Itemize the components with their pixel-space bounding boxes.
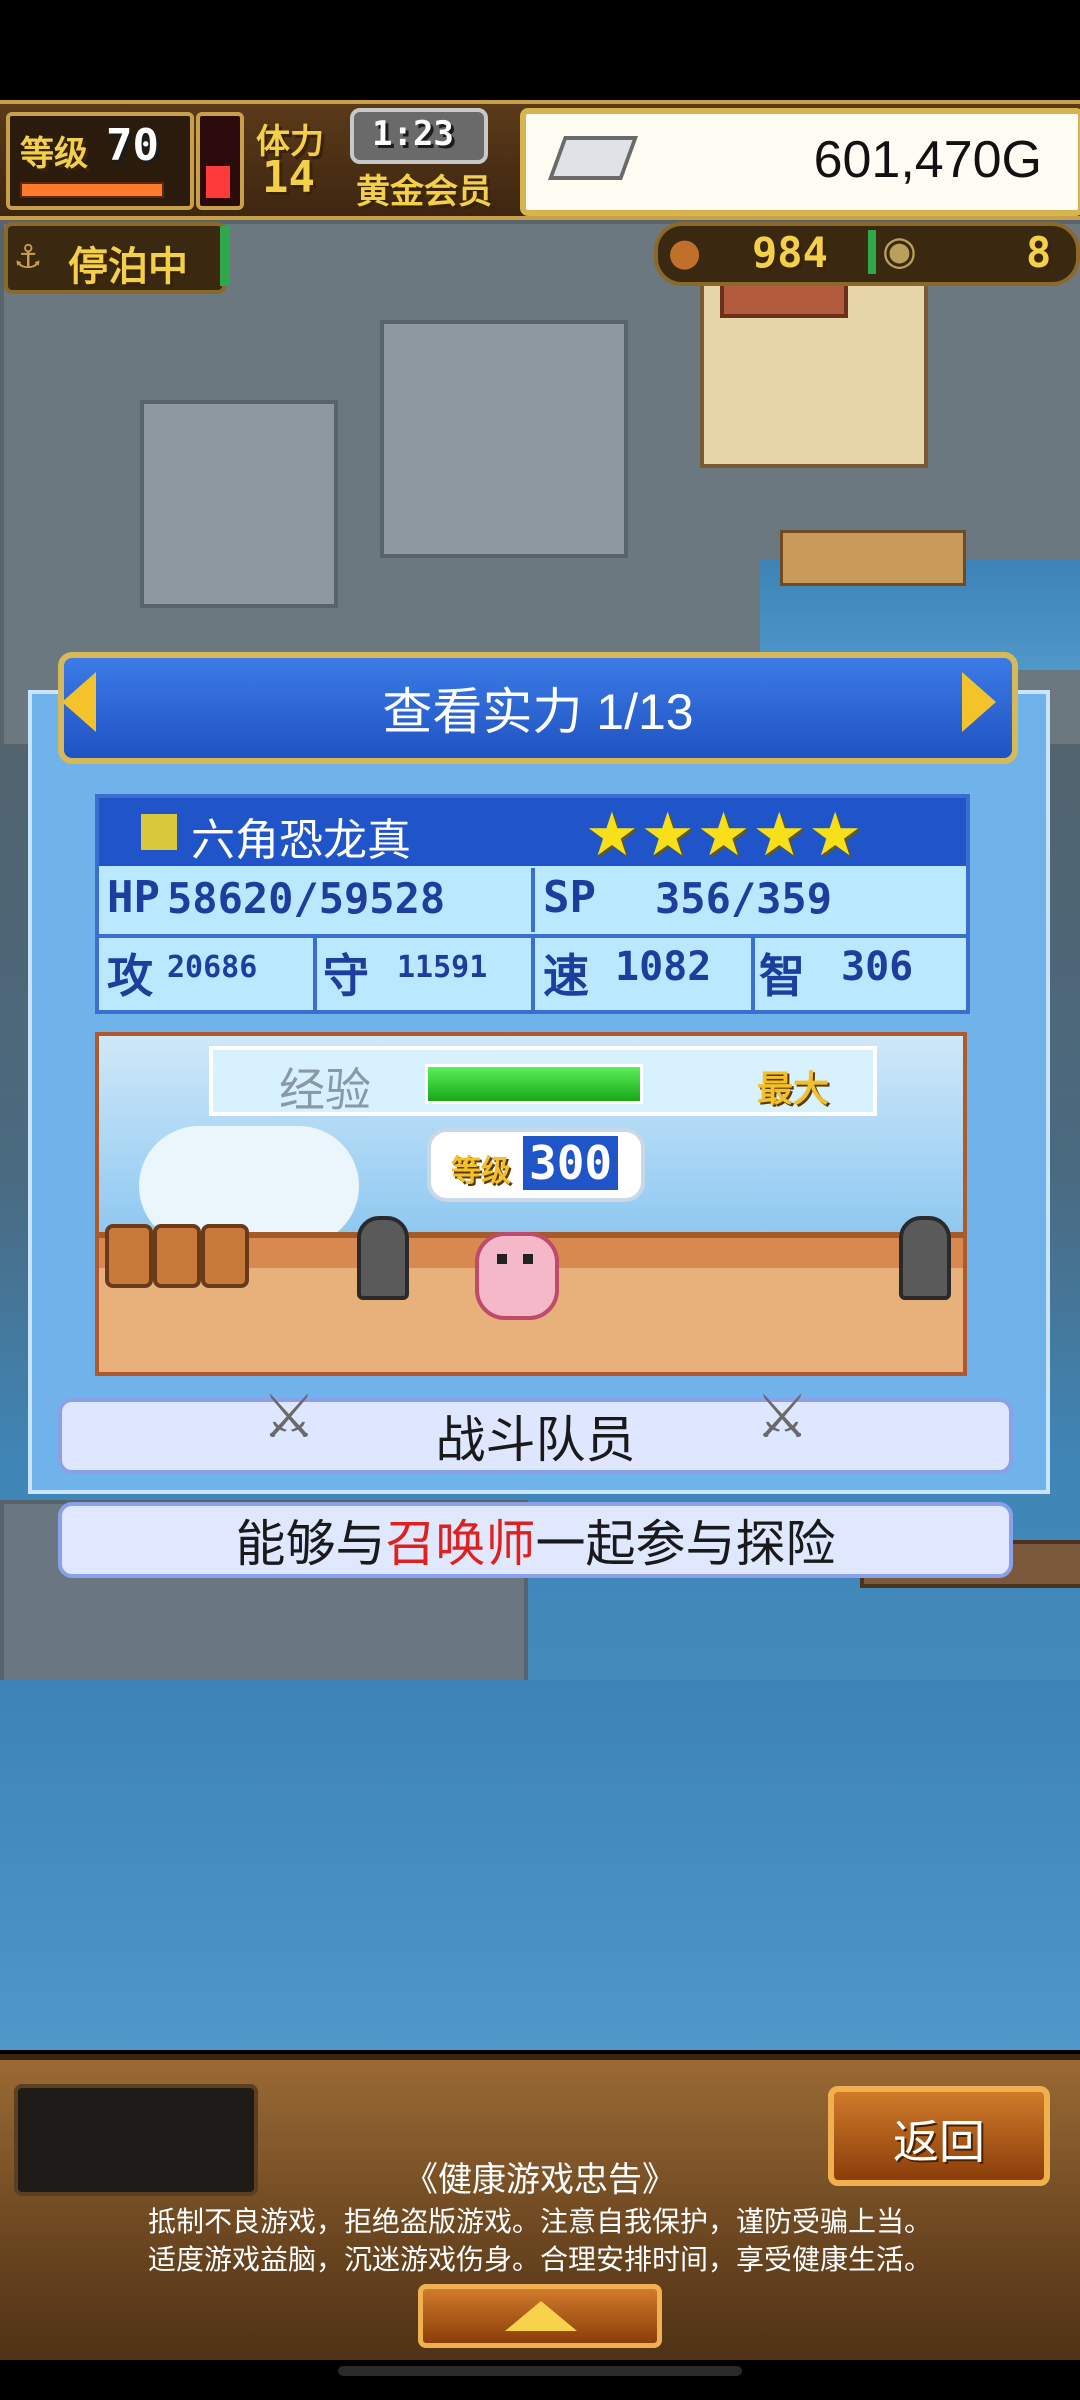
wooden-bridge	[780, 530, 966, 586]
food-count: 984	[752, 228, 828, 277]
cannon	[357, 1216, 409, 1300]
char-level-label: 等级	[451, 1154, 511, 1189]
star-icon: ★	[696, 800, 751, 870]
status-text: 停泊中	[68, 244, 188, 290]
divider	[531, 938, 535, 1010]
rarity-stars: ★★★★★	[585, 800, 864, 870]
star-icon: ★	[585, 800, 639, 870]
int-label: 智	[759, 949, 805, 1003]
role-text: 战斗队员	[435, 1412, 636, 1468]
top-hud: 等级 70 体力 14 1:23 黄金会员 601,470G	[0, 100, 1080, 220]
spd-label: 速	[543, 949, 589, 1003]
stamina-gauge-fill	[206, 166, 230, 198]
resource-divider	[868, 230, 876, 274]
barrel	[153, 1224, 201, 1288]
axolotl-eye	[523, 1254, 533, 1264]
character-scene: 经验 最大 等级 300	[95, 1032, 967, 1376]
level-value: 70	[106, 120, 159, 171]
level-bubble: 等级 300	[427, 1128, 645, 1202]
panel-title-bar: 查看实力 1/13	[58, 652, 1018, 764]
role-description: 能够与 召唤师 一起参与探险	[58, 1502, 1013, 1578]
spd-value: 1082	[615, 944, 712, 990]
sword-left-icon: ⚔	[262, 1383, 316, 1450]
exp-bar: 经验 最大	[209, 1046, 877, 1116]
hp-label: HP	[107, 872, 160, 923]
medal-icon: ◉	[882, 228, 917, 274]
cannon	[899, 1216, 951, 1300]
divider	[531, 868, 535, 932]
char-level-value: 300	[523, 1136, 619, 1190]
resource-bar[interactable]: ● 984 ◉ 8	[654, 222, 1080, 286]
exp-fill	[428, 1067, 640, 1101]
bottom-bar: 返回 《健康游戏忠告》 抵制不良游戏，拒绝盗版游戏。注意自我保护，谨防受骗上当。…	[0, 2054, 1080, 2360]
int-value: 306	[841, 944, 914, 990]
axolotl-character[interactable]	[475, 1232, 559, 1320]
expand-button[interactable]	[418, 2284, 662, 2348]
panel-title: 查看实力 1/13	[382, 684, 694, 740]
sword-right-icon: ⚔	[755, 1383, 809, 1450]
prev-arrow-icon[interactable]	[62, 672, 96, 732]
exp-label: 经验	[279, 1064, 371, 1116]
sp-label: SP	[543, 872, 596, 923]
element-icon	[141, 814, 177, 850]
stamina-value: 14	[262, 152, 315, 203]
level-label: 等级	[20, 134, 88, 174]
member-label: 黄金会员	[356, 172, 492, 212]
axolotl-eye	[497, 1254, 507, 1264]
next-arrow-icon[interactable]	[962, 672, 996, 732]
status-indicator	[220, 226, 230, 286]
sp-value: 356/359	[655, 874, 833, 923]
role-banner: ⚔ 战斗队员 ⚔	[58, 1383, 1013, 1474]
desc-highlight: 召唤师	[385, 1516, 536, 1572]
stamina-gauge	[196, 112, 244, 210]
star-icon: ★	[808, 800, 862, 870]
divider	[751, 938, 755, 1010]
character-name: 六角恐龙真	[191, 816, 411, 865]
barrel	[105, 1224, 153, 1288]
barrel	[201, 1224, 249, 1288]
atk-label: 攻	[107, 949, 153, 1003]
exp-max-label: 最大	[757, 1069, 830, 1110]
def-value: 11591	[397, 950, 488, 985]
timer-box: 1:23	[350, 108, 488, 164]
divider	[313, 938, 317, 1010]
desc-suffix: 一起参与探险	[535, 1516, 836, 1572]
up-arrow-icon	[505, 2301, 577, 2331]
name-bar: 六角恐龙真 ★★★★★	[99, 798, 966, 870]
home-indicator[interactable]	[338, 2366, 742, 2376]
def-label: 守	[323, 949, 369, 1003]
castle-tower-left	[140, 400, 338, 608]
desc-prefix: 能够与	[235, 1516, 386, 1572]
star-icon: ★	[640, 800, 695, 870]
anchor-icon: ⚓	[16, 232, 41, 278]
hp-value: 58620/59528	[167, 874, 446, 923]
level-box[interactable]: 等级 70	[6, 112, 194, 210]
notice-line-1: 抵制不良游戏，拒绝盗版游戏。注意自我保护，谨防受骗上当。	[147, 2206, 932, 2237]
star-icon: ★	[752, 800, 807, 870]
notice-line-2: 适度游戏益脑，沉迷游戏伤身。合理安排时间，享受健康生活。	[147, 2244, 932, 2275]
stats-box: 六角恐龙真 ★★★★★ HP 58620/59528 SP 356/359 攻 …	[95, 794, 970, 1014]
silver-bar-icon	[547, 136, 639, 180]
exp-track	[425, 1064, 643, 1104]
food-icon: ●	[668, 230, 702, 274]
gold-amount: 601,470G	[813, 131, 1042, 189]
notice-title: 《健康游戏忠告》	[404, 2161, 676, 2199]
medal-count: 8	[1026, 228, 1052, 277]
castle-tower-center	[380, 320, 628, 558]
atk-value: 20686	[167, 950, 258, 985]
status-badge: ⚓ 停泊中	[4, 222, 226, 294]
gold-box[interactable]: 601,470G	[520, 108, 1080, 216]
sea-water	[0, 1680, 1080, 2050]
timer-text: 1:23	[372, 114, 454, 154]
level-exp-bar	[20, 182, 164, 198]
